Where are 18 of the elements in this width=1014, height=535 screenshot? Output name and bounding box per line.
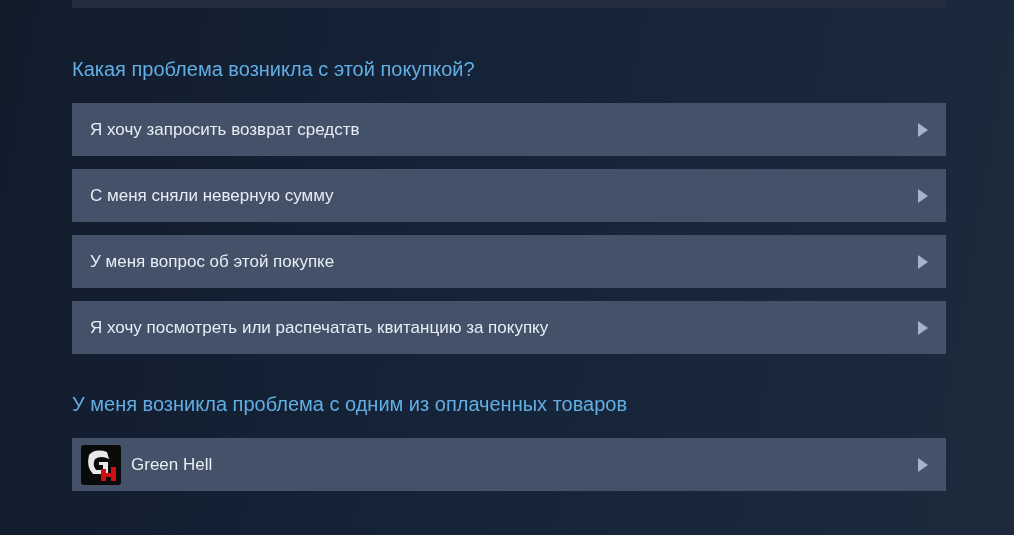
option-label: Green Hell — [131, 454, 214, 475]
arrow-icon — [918, 188, 928, 203]
option-label: У меня вопрос об этой покупке — [90, 251, 336, 272]
arrow-icon — [918, 254, 928, 269]
option-item[interactable]: Green Hell — [72, 438, 946, 491]
option-item[interactable]: Я хочу посмотреть или распечатать квитанцию за покупку — [72, 301, 946, 354]
arrow-icon — [918, 457, 928, 472]
option-item[interactable]: Я хочу запросить возврат средств — [72, 103, 946, 156]
option-item[interactable]: С меня сняли неверную сумму — [72, 169, 946, 222]
arrow-icon — [918, 320, 928, 335]
option-label: Я хочу посмотреть или распечатать квитанцию за покупку — [90, 317, 550, 338]
option-label: Я хочу запросить возврат средств — [90, 119, 361, 140]
section-heading: У меня возникла проблема с одним из оплаченных товаров — [72, 392, 629, 417]
option-item[interactable]: У меня вопрос об этой покупке — [72, 235, 946, 288]
game-icon — [81, 444, 121, 485]
section-heading: Какая проблема возникла с этой покупкой? — [72, 57, 476, 82]
arrow-icon — [918, 122, 928, 137]
option-label: С меня сняли неверную сумму — [90, 185, 335, 206]
